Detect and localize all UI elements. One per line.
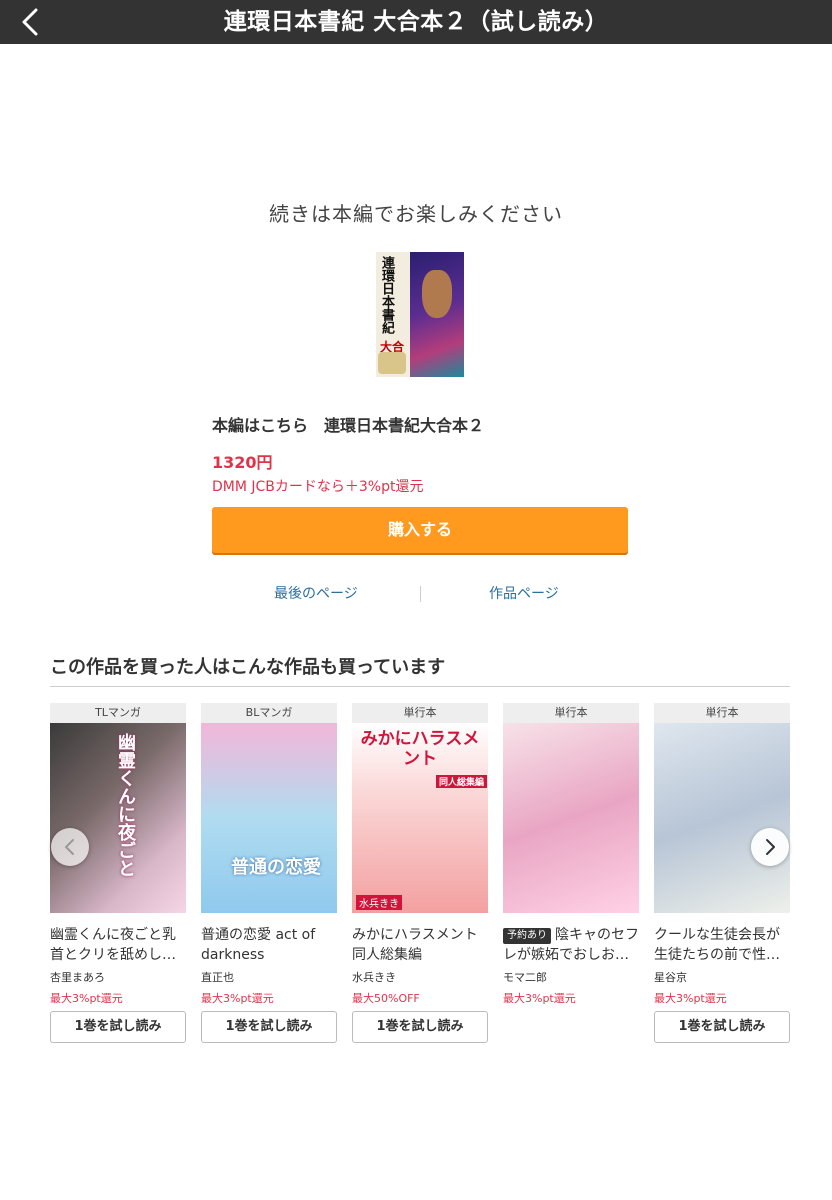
category-tag: 単行本 <box>352 703 488 723</box>
cover-illustration-small <box>378 352 406 374</box>
product-author[interactable]: モマ二郎 <box>503 969 639 985</box>
product-cover[interactable]: みかにハラスメント 同人総集編 水兵きき <box>352 723 488 913</box>
category-tag: BLマンガ <box>201 703 337 723</box>
trial-read-button[interactable]: 1巻を試し読み <box>201 1011 337 1043</box>
product-card[interactable]: 単行本 クールな生徒会長が生徒たちの前で性… 星谷京 最大3%pt還元 1巻を試… <box>654 703 790 1043</box>
product-title[interactable]: 普通の恋愛 act of darkness <box>201 925 337 965</box>
category-tag: 単行本 <box>654 703 790 723</box>
chevron-left-icon <box>65 839 74 855</box>
product-points: 最大3%pt還元 <box>654 992 727 1005</box>
product-author[interactable]: 直正也 <box>201 969 337 985</box>
cover-illustration-face <box>422 270 452 318</box>
carousel-prev-button[interactable] <box>51 828 89 866</box>
cover-title-text: みかにハラスメント <box>360 729 480 769</box>
trial-read-button[interactable]: 1巻を試し読み <box>50 1011 186 1043</box>
work-page-link[interactable]: 作品ページ <box>489 583 559 603</box>
trial-read-button[interactable]: 1巻を試し読み <box>654 1011 790 1043</box>
section-divider <box>50 686 790 687</box>
card-points-note: DMM JCBカードなら＋3%pt還元 <box>212 479 424 495</box>
carousel-next-button[interactable] <box>751 828 789 866</box>
main-book-cover[interactable]: 連環日本書紀 大合本2 <box>376 252 464 377</box>
chevron-right-icon <box>766 839 775 855</box>
product-points: 最大3%pt還元 <box>201 992 274 1005</box>
product-card[interactable]: 単行本 みかにハラスメント 同人総集編 水兵きき みかにハラスメント同人総集編 … <box>352 703 488 1043</box>
product-title[interactable]: 予約あり 陰キャのセフレが嫉妬でおしお… <box>503 925 639 965</box>
recommendations-heading: この作品を買った人はこんな作品も買っています <box>50 657 446 678</box>
trial-read-button[interactable]: 1巻を試し読み <box>352 1011 488 1043</box>
preorder-badge: 予約あり <box>503 928 551 944</box>
product-points: 最大3%pt還元 <box>50 992 123 1005</box>
product-cover[interactable] <box>503 723 639 913</box>
product-card[interactable]: BLマンガ 普通の恋愛 普通の恋愛 act of darkness 直正也 最大… <box>201 703 337 1043</box>
sub-links: 最後のページ 作品ページ <box>212 583 628 607</box>
product-title[interactable]: 幽霊くんに夜ごと乳首とクリを舐めし… <box>50 925 186 965</box>
continue-message: 続きは本編でお楽しみください <box>269 202 563 226</box>
product-cover[interactable]: 幽霊くんに夜ごと <box>50 723 186 913</box>
product-cover[interactable] <box>654 723 790 913</box>
product-points: 最大3%pt還元 <box>503 992 576 1005</box>
cover-subtitle-text: 同人総集編 <box>436 775 488 788</box>
link-divider <box>420 586 421 602</box>
product-author[interactable]: 星谷京 <box>654 969 790 985</box>
product-author[interactable]: 杏里まあろ <box>50 969 186 985</box>
cover-right-panel <box>410 252 464 377</box>
app-header: 連環日本書紀 大合本２（試し読み） <box>0 0 832 44</box>
price: 1320円 <box>212 453 273 472</box>
last-page-link[interactable]: 最後のページ <box>274 583 358 603</box>
cover-title-text: 普通の恋愛 <box>231 857 321 878</box>
category-tag: 単行本 <box>503 703 639 723</box>
product-author[interactable]: 水兵きき <box>352 969 488 985</box>
product-points: 最大50%OFF <box>352 992 420 1005</box>
cover-left-panel: 連環日本書紀 大合本2 <box>376 252 410 377</box>
cover-title-text: 連環日本書紀 <box>379 256 394 334</box>
product-card[interactable]: TLマンガ 幽霊くんに夜ごと 幽霊くんに夜ごと乳首とクリを舐めし… 杏里まあろ … <box>50 703 186 1043</box>
page-title: 連環日本書紀 大合本２（試し読み） <box>223 9 609 35</box>
cover-author-text: 水兵きき <box>356 895 402 910</box>
cover-title-text: 幽霊くんに夜ごと <box>115 733 136 877</box>
product-title[interactable]: クールな生徒会長が生徒たちの前で性… <box>654 925 790 965</box>
product-title[interactable]: みかにハラスメント同人総集編 <box>352 925 488 965</box>
product-card[interactable]: 単行本 予約あり 陰キャのセフレが嫉妬でおしお… モマ二郎 最大3%pt還元 <box>503 703 639 1006</box>
category-tag: TLマンガ <box>50 703 186 723</box>
product-cover[interactable]: 普通の恋愛 <box>201 723 337 913</box>
buy-button[interactable]: 購入する <box>212 507 628 553</box>
main-work-link[interactable]: 本編はこちら 連環日本書紀大合本２ <box>212 412 484 436</box>
